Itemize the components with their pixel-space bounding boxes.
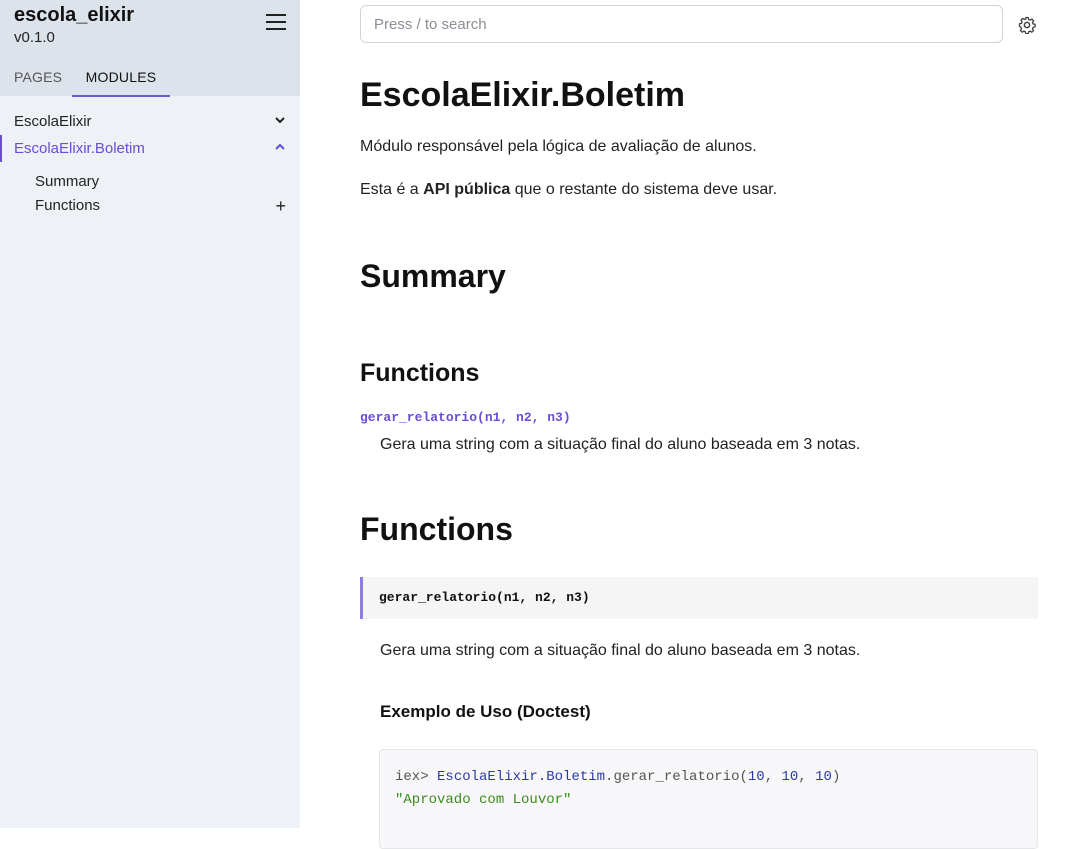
tab-pages[interactable]: PAGES <box>14 66 62 95</box>
code-call: .gerar_relatorio( <box>605 769 748 785</box>
nav-item-escolaelixir[interactable]: EscolaElixir <box>0 108 300 135</box>
api-note-pre: Esta é a <box>360 181 424 198</box>
nav-item-escolaelixir-boletim[interactable]: EscolaElixir.Boletim <box>0 135 300 162</box>
sub-item-summary[interactable]: Summary <box>0 170 300 194</box>
nav-item-label: EscolaElixir <box>14 113 92 130</box>
code-line-1: iex> EscolaElixir.Boletim.gerar_relatori… <box>395 769 841 785</box>
gear-icon[interactable] <box>1018 16 1036 35</box>
search-input[interactable] <box>360 5 1003 43</box>
code-line-2: "Aprovado com Louvor" <box>395 789 1022 812</box>
sub-item-label: Functions <box>35 197 101 214</box>
code-arg: 10 <box>781 769 799 785</box>
tab-modules[interactable]: MODULES <box>72 66 170 97</box>
code-module: EscolaElixir.Boletim <box>437 769 606 785</box>
hamburger-menu-icon[interactable] <box>266 14 286 32</box>
sub-item-functions[interactable]: Functions + <box>0 194 300 218</box>
sidebar-tabs: PAGES MODULES <box>0 66 300 97</box>
summary-function-link[interactable]: gerar_relatorio(n1, n2, n3) <box>360 410 571 425</box>
sidebar-header: escola_elixir v0.1.0 PAGES MODULES <box>0 0 300 97</box>
project-version: v0.1.0 <box>14 29 55 46</box>
summary-function-description: Gera uma string com a situação final do … <box>380 436 861 453</box>
function-description: Gera uma string com a situação final do … <box>380 642 861 659</box>
module-description: Módulo responsável pela lógica de avalia… <box>360 138 757 155</box>
code-arg: 10 <box>815 769 832 785</box>
module-sub-list: Summary Functions + <box>0 170 300 218</box>
module-api-note: Esta é a API pública que o restante do s… <box>360 181 777 199</box>
chevron-up-icon[interactable] <box>274 135 286 162</box>
code-prompt: iex> <box>395 769 438 785</box>
nav-item-label: EscolaElixir.Boletim <box>14 140 145 157</box>
code-result: "Aprovado com Louvor" <box>395 792 572 808</box>
code-block: iex> EscolaElixir.Boletim.gerar_relatori… <box>379 749 1038 849</box>
summary-functions-heading: Functions <box>360 359 480 387</box>
project-name[interactable]: escola_elixir <box>14 4 134 27</box>
plus-icon[interactable]: + <box>275 194 286 218</box>
code-arg: 10 <box>747 769 765 785</box>
api-note-post: que o restante do sistema deve usar. <box>510 181 778 198</box>
functions-heading: Functions <box>360 511 513 547</box>
page-title: EscolaElixir.Boletim <box>360 76 686 114</box>
sidebar: escola_elixir v0.1.0 PAGES MODULES Escol… <box>0 0 300 828</box>
example-heading: Exemplo de Uso (Doctest) <box>380 702 591 721</box>
chevron-down-icon[interactable] <box>274 108 286 135</box>
module-nav-list: EscolaElixir EscolaElixir.Boletim Summar… <box>0 108 300 218</box>
summary-heading: Summary <box>360 258 506 294</box>
function-signature: gerar_relatorio(n1, n2, n3) <box>360 577 1038 619</box>
api-note-bold: API pública <box>423 181 511 198</box>
